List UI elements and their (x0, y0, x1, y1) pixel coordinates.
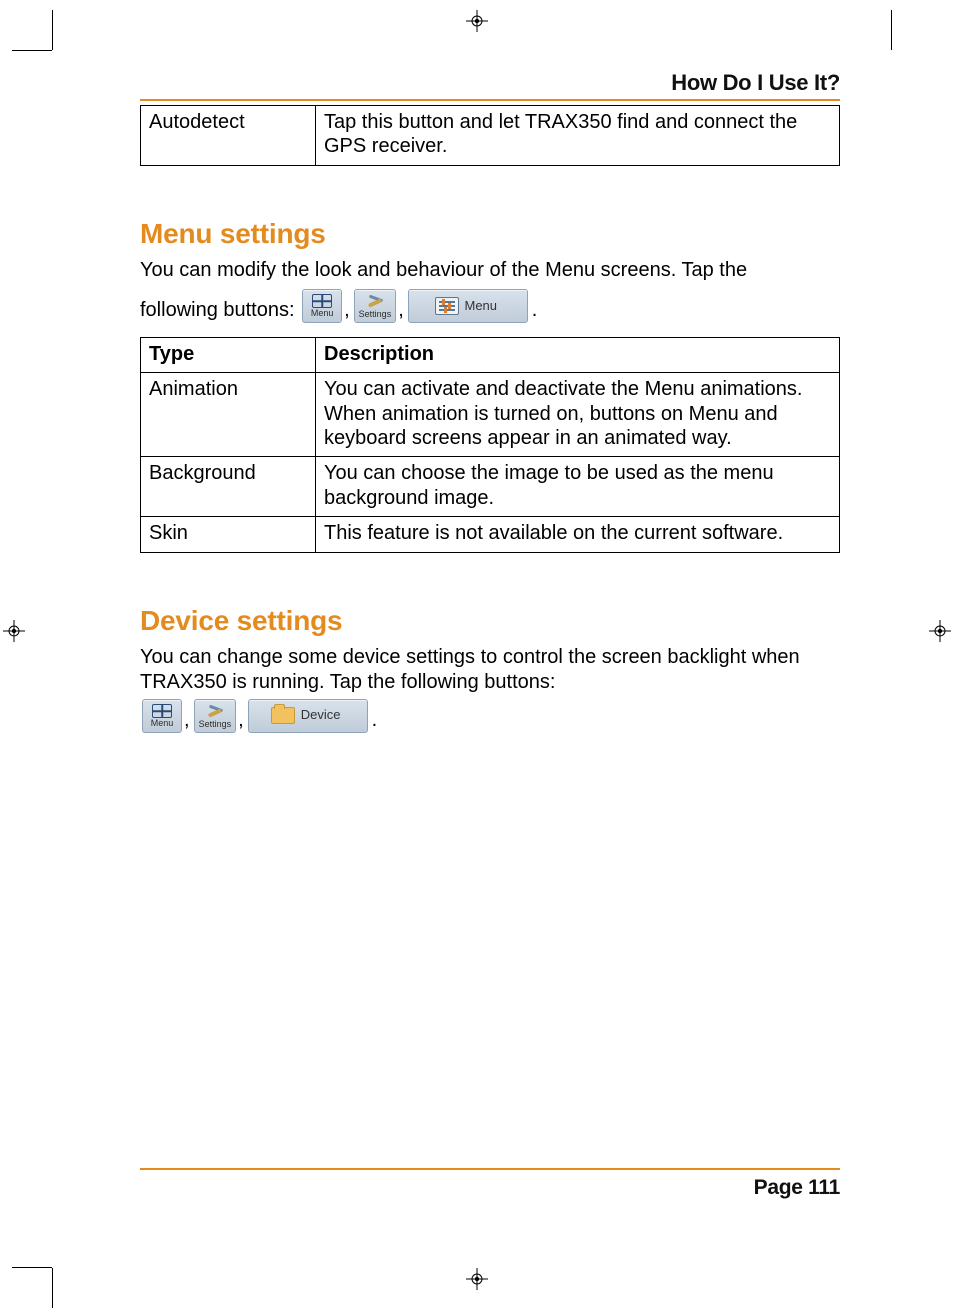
autodetect-table: Autodetect Tap this button and let TRAX3… (140, 105, 840, 166)
menu-button[interactable]: Menu (142, 699, 182, 733)
device-wide-button-label: Device (301, 707, 341, 723)
terminator: . (372, 708, 378, 733)
separator: , (238, 708, 244, 733)
button-sequence: Menu , Settings , Menu . (300, 289, 537, 323)
separator: , (398, 298, 404, 323)
cell-type: Autodetect (141, 106, 316, 166)
crop-mark (52, 10, 53, 50)
footer-rule (140, 1168, 840, 1170)
cell-type: Animation (141, 373, 316, 457)
crop-mark (52, 1268, 53, 1308)
page-footer: Page 111 (140, 1168, 840, 1200)
table-row: Autodetect Tap this button and let TRAX3… (141, 106, 840, 166)
menu-button-label: Menu (311, 309, 334, 318)
cell-desc: Tap this button and let TRAX350 find and… (316, 106, 840, 166)
running-header: How Do I Use It? (140, 70, 840, 96)
menu-button-label: Menu (151, 719, 174, 728)
menu-grid-icon (312, 294, 332, 308)
crop-mark (12, 1267, 52, 1268)
cell-type: Background (141, 457, 316, 517)
table-row: Skin This feature is not available on th… (141, 517, 840, 552)
menu-settings-table: Type Description Animation You can activ… (140, 337, 840, 553)
table-header-row: Type Description (141, 337, 840, 372)
settings-button[interactable]: Settings (354, 289, 397, 323)
registration-mark-icon (466, 1268, 488, 1290)
th-type: Type (141, 337, 316, 372)
menu-grid-icon (152, 704, 172, 718)
device-buttons-row: Menu , Settings , Device . (140, 699, 840, 733)
table-row: Background You can choose the image to b… (141, 457, 840, 517)
menu-button[interactable]: Menu (302, 289, 342, 323)
settings-tools-icon (365, 293, 385, 309)
crop-mark (891, 10, 892, 50)
separator: , (184, 708, 190, 733)
menu-settings-intro-line2: following buttons: Menu , Settings , Men… (140, 289, 840, 323)
header-rule (140, 99, 840, 101)
settings-tools-icon (205, 703, 225, 719)
registration-mark-icon (466, 10, 488, 32)
page-content: How Do I Use It? Autodetect Tap this but… (140, 70, 840, 1200)
cell-desc: You can activate and deactivate the Menu… (316, 373, 840, 457)
device-wide-button[interactable]: Device (248, 699, 368, 733)
th-desc: Description (316, 337, 840, 372)
separator: , (344, 298, 350, 323)
cell-type: Skin (141, 517, 316, 552)
intro-prefix: following buttons: (140, 299, 300, 321)
button-sequence: Menu , Settings , Device . (140, 699, 377, 733)
cell-desc: You can choose the image to be used as t… (316, 457, 840, 517)
crop-mark (12, 50, 52, 51)
registration-mark-icon (929, 620, 951, 642)
settings-button[interactable]: Settings (194, 699, 237, 733)
heading-device-settings: Device settings (140, 605, 840, 637)
sliders-icon (435, 297, 459, 315)
menu-wide-button-label: Menu (465, 298, 498, 314)
menu-wide-button[interactable]: Menu (408, 289, 528, 323)
page-number: Page 111 (140, 1176, 840, 1200)
heading-menu-settings: Menu settings (140, 218, 840, 250)
folder-icon (271, 707, 295, 724)
table-row: Animation You can activate and deactivat… (141, 373, 840, 457)
cell-desc: This feature is not available on the cur… (316, 517, 840, 552)
settings-button-label: Settings (199, 720, 232, 729)
terminator: . (532, 298, 538, 323)
device-settings-intro: You can change some device settings to c… (140, 645, 840, 695)
registration-mark-icon (3, 620, 25, 642)
menu-settings-intro-line1: You can modify the look and behaviour of… (140, 258, 840, 283)
settings-button-label: Settings (359, 310, 392, 319)
